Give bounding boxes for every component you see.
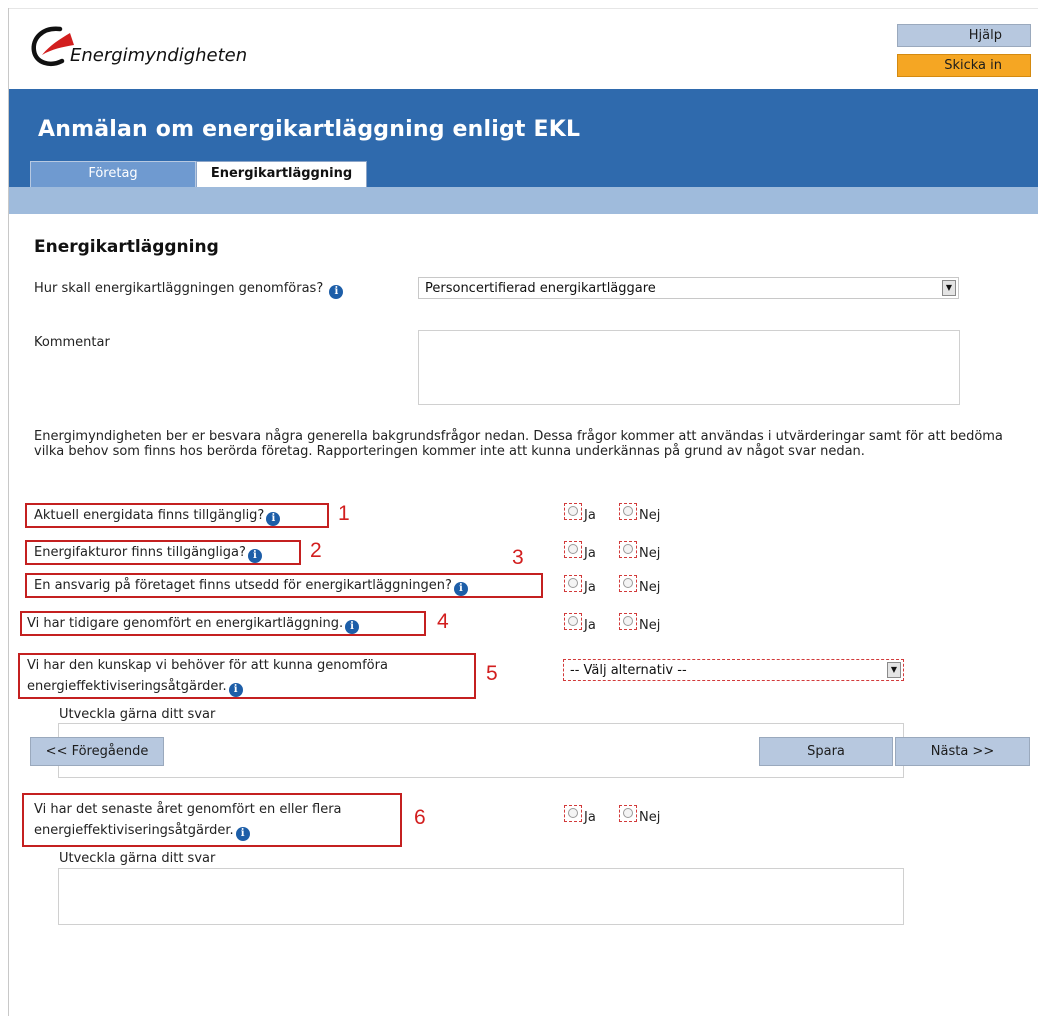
- q3-yes-radio[interactable]: [564, 575, 582, 592]
- info-icon[interactable]: i: [235, 827, 250, 841]
- question-6-text-line1: Vi har det senaste året genomfört en ell…: [34, 802, 342, 817]
- q2-yes-radio[interactable]: [564, 541, 582, 558]
- page-title: Anmälan om energikartläggning enligt EKL: [38, 117, 581, 142]
- q4-yes-label: Ja: [584, 618, 596, 633]
- question-number: 3: [512, 546, 524, 569]
- question-1-text: Aktuell energidata finns tillgänglig?: [34, 508, 265, 523]
- question-3-text: En ansvarig på företaget finns utsedd fö…: [34, 578, 452, 593]
- q1-yes-label: Ja: [584, 508, 596, 523]
- previous-button[interactable]: << Föregående: [30, 737, 164, 766]
- question-5-text-line2: energieffektiviseringsåtgärder.: [27, 679, 227, 694]
- q1-no-radio[interactable]: [619, 503, 637, 520]
- tab-energy-survey[interactable]: Energikartläggning: [196, 161, 367, 187]
- q3-yes-label: Ja: [584, 580, 596, 595]
- save-button[interactable]: Spara: [759, 737, 893, 766]
- q4-yes-radio[interactable]: [564, 613, 582, 630]
- page-frame-top: [8, 8, 1038, 9]
- q4-no-label: Nej: [639, 618, 661, 633]
- help-button[interactable]: Hjälp: [897, 24, 1031, 47]
- method-select-value: Personcertifierad energikartläggare: [425, 281, 656, 296]
- dropdown-arrow-icon: ▼: [887, 662, 901, 678]
- submit-button[interactable]: Skicka in: [897, 54, 1031, 77]
- sub-bar: [9, 187, 1038, 214]
- info-icon[interactable]: i: [453, 582, 468, 596]
- tab-company[interactable]: Företag: [30, 161, 196, 187]
- question-number: 6: [414, 806, 426, 829]
- elaborate-label: Utveckla gärna ditt svar: [59, 707, 216, 722]
- question-number: 4: [437, 610, 449, 633]
- q6-no-label: Nej: [639, 810, 661, 825]
- q6-yes-label: Ja: [584, 810, 596, 825]
- q2-yes-label: Ja: [584, 546, 596, 561]
- question-3: En ansvarig på företaget finns utsedd fö…: [34, 575, 468, 596]
- knowledge-select-value: -- Välj alternativ --: [570, 663, 687, 678]
- q3-no-label: Nej: [639, 580, 661, 595]
- section-title: Energikartläggning: [34, 237, 219, 257]
- q1-yes-radio[interactable]: [564, 503, 582, 520]
- comment-label: Kommentar: [34, 335, 110, 350]
- question-number: 1: [338, 502, 350, 525]
- question-1: Aktuell energidata finns tillgänglig? i: [34, 505, 281, 526]
- elaborate-label: Utveckla gärna ditt svar: [59, 851, 216, 866]
- question-2: Energifakturor finns tillgängliga? i: [34, 542, 262, 563]
- method-select[interactable]: Personcertifierad energikartläggare ▼: [418, 277, 959, 299]
- question-number: 2: [310, 539, 322, 562]
- q1-no-label: Nej: [639, 508, 661, 523]
- q2-no-radio[interactable]: [619, 541, 637, 558]
- question-6: Vi har det senaste året genomfört en ell…: [34, 799, 342, 841]
- elaborate-textarea-q6[interactable]: [58, 868, 904, 925]
- intro-text: Energimyndigheten ber er besvara några g…: [34, 429, 1003, 459]
- knowledge-select[interactable]: -- Välj alternativ -- ▼: [563, 659, 904, 681]
- info-icon[interactable]: i: [329, 285, 344, 299]
- question-number: 5: [486, 662, 498, 685]
- q6-no-radio[interactable]: [619, 805, 637, 822]
- logo-text: Energimyndigheten: [70, 45, 248, 66]
- q3-no-radio[interactable]: [619, 575, 637, 592]
- method-label: Hur skall energikartläggningen genomföra…: [34, 281, 344, 299]
- question-5-text-line1: Vi har den kunskap vi behöver för att ku…: [27, 658, 388, 673]
- info-icon[interactable]: i: [247, 549, 262, 563]
- logo[interactable]: Energimyndigheten: [30, 25, 290, 69]
- info-icon[interactable]: i: [266, 512, 281, 526]
- info-icon[interactable]: i: [345, 620, 360, 634]
- question-5: Vi har den kunskap vi behöver för att ku…: [27, 655, 388, 697]
- next-button[interactable]: Nästa >>: [895, 737, 1030, 766]
- dropdown-arrow-icon: ▼: [942, 280, 956, 296]
- info-icon[interactable]: i: [228, 683, 243, 697]
- question-6-text-line2: energieffektiviseringsåtgärder.: [34, 823, 234, 838]
- comment-textarea[interactable]: [418, 330, 960, 405]
- method-label-text: Hur skall energikartläggningen genomföra…: [34, 281, 324, 296]
- q2-no-label: Nej: [639, 546, 661, 561]
- question-4: Vi har tidigare genomfört en energikartl…: [27, 613, 360, 634]
- question-4-text: Vi har tidigare genomfört en energikartl…: [27, 616, 344, 631]
- question-2-text: Energifakturor finns tillgängliga?: [34, 545, 246, 560]
- q6-yes-radio[interactable]: [564, 805, 582, 822]
- q4-no-radio[interactable]: [619, 613, 637, 630]
